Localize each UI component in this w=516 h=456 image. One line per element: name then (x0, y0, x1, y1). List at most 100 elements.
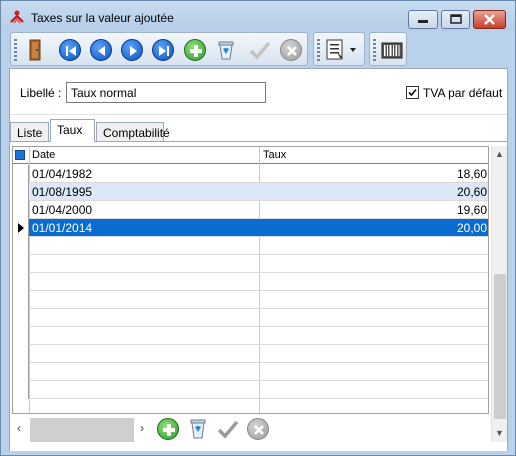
maximize-button[interactable] (441, 10, 470, 29)
form-client-area: Libellé : Taux normal TVA par défaut Lis… (9, 68, 508, 451)
table-row[interactable]: 01/04/1982 18,60 (13, 165, 488, 183)
tab-liste[interactable]: Liste (10, 122, 49, 141)
row-selector[interactable] (13, 255, 29, 273)
close-icon (484, 14, 495, 25)
scroll-left-icon[interactable]: ‹ (17, 421, 21, 435)
trash-icon (190, 419, 206, 439)
close-button[interactable] (473, 10, 506, 29)
previous-record-button[interactable] (89, 38, 113, 62)
libelle-row: Libellé : Taux normal TVA par défaut (10, 69, 507, 115)
empty-row[interactable] (13, 255, 488, 273)
empty-row[interactable] (13, 291, 488, 309)
cell-date: 01/04/2000 (32, 203, 93, 217)
first-record-icon (59, 39, 81, 61)
window-title: Taxes sur la valeur ajoutée (31, 11, 174, 25)
last-record-icon (152, 39, 174, 61)
cell-taux: 20,00 (456, 221, 487, 235)
table-row[interactable]: 01/04/2000 19,60 (13, 201, 488, 219)
scroll-down-icon[interactable]: ▼ (495, 428, 504, 438)
scroll-up-icon[interactable]: ▲ (495, 149, 504, 159)
scroll-thumb[interactable] (494, 274, 506, 419)
minimize-icon (418, 20, 428, 23)
row-selector[interactable] (13, 309, 29, 327)
current-row-arrow-icon (18, 223, 24, 233)
tva-default-checkbox[interactable] (406, 86, 419, 99)
rates-table: Date Taux 01/04/1982 18,60 01/08/1995 20… (12, 146, 489, 414)
column-header-date[interactable]: Date (32, 149, 55, 161)
table-row-selected[interactable]: 01/01/2014 20,00 (13, 219, 488, 237)
table-row[interactable]: 01/08/1995 20,60 (13, 183, 488, 201)
empty-row[interactable] (13, 273, 488, 291)
toolbar-navigation-group (10, 32, 308, 66)
add-record-button[interactable] (183, 38, 207, 62)
empty-row[interactable] (13, 327, 488, 345)
check-icon (217, 420, 239, 439)
table-header: Date Taux (13, 147, 488, 164)
horizontal-scroll-thumb[interactable] (30, 418, 134, 442)
delete-record-button[interactable] (214, 38, 238, 62)
toolbar-grip[interactable] (373, 39, 376, 61)
tva-default-label[interactable]: TVA par défaut (423, 86, 502, 100)
cell-date: 01/08/1995 (32, 185, 93, 199)
empty-row[interactable] (13, 309, 488, 327)
next-record-icon (121, 39, 143, 61)
last-record-button[interactable] (151, 38, 175, 62)
tab-panel-taux: Date Taux 01/04/1982 18,60 01/08/1995 20… (10, 141, 507, 451)
row-selector[interactable] (13, 237, 29, 255)
row-selector[interactable] (13, 273, 29, 291)
column-header-taux[interactable]: Taux (263, 149, 286, 161)
scroll-right-icon[interactable]: › (140, 421, 144, 435)
empty-row[interactable] (13, 237, 488, 255)
title-bar[interactable]: Taxes sur la valeur ajoutée (1, 1, 515, 31)
empty-row[interactable] (13, 345, 488, 363)
libelle-input[interactable]: Taux normal (66, 82, 266, 103)
cancel-icon (280, 39, 302, 61)
cell-date: 01/04/1982 (32, 167, 93, 181)
cancel-icon (247, 418, 269, 440)
row-selector[interactable] (13, 201, 29, 219)
exit-button[interactable] (23, 38, 47, 62)
cell-taux: 18,60 (456, 167, 487, 181)
grid-add-button[interactable] (156, 417, 180, 441)
vertical-scrollbar[interactable]: ▲ ▼ (491, 146, 507, 442)
cancel-button[interactable] (279, 38, 303, 62)
row-selector[interactable] (13, 345, 29, 363)
first-record-button[interactable] (58, 38, 82, 62)
row-selector[interactable] (13, 327, 29, 345)
cell-taux: 19,60 (456, 203, 487, 217)
row-selector[interactable] (13, 183, 29, 201)
cell-date: 01/01/2014 (32, 221, 93, 235)
barcode-button[interactable] (380, 38, 404, 62)
validate-button[interactable] (248, 38, 272, 62)
toolbar-grip[interactable] (14, 39, 17, 61)
empty-row[interactable] (13, 363, 488, 381)
empty-row[interactable] (13, 381, 488, 399)
minimize-button[interactable] (408, 10, 438, 29)
row-selector[interactable] (13, 165, 29, 183)
previous-record-icon (90, 39, 112, 61)
grid-cancel-button[interactable] (246, 417, 270, 441)
grid-validate-button[interactable] (216, 417, 240, 441)
next-record-button[interactable] (120, 38, 144, 62)
delete-record-icon (218, 41, 234, 60)
exit-door-icon (29, 39, 41, 61)
cell-taux: 20,60 (456, 185, 487, 199)
row-selector[interactable] (13, 291, 29, 309)
tab-comptabilite[interactable]: Comptabilité (96, 122, 170, 141)
toolbar-reports-group (313, 32, 365, 66)
maximize-icon (450, 14, 462, 24)
row-selector[interactable] (13, 219, 29, 237)
add-record-icon (184, 39, 206, 61)
tab-taux[interactable]: Taux (50, 119, 95, 142)
row-selector[interactable] (13, 381, 29, 399)
libelle-label: Libellé : (20, 86, 62, 100)
select-all-icon[interactable] (15, 150, 25, 160)
main-window: Taxes sur la valeur ajoutée Libellé: Ta… (0, 0, 516, 456)
grid-delete-button[interactable] (186, 417, 210, 441)
tab-strip: Liste Taux Comptabilité (10, 119, 507, 142)
toolbar-grip[interactable] (317, 39, 320, 61)
checkmark-icon (408, 88, 417, 97)
validate-icon (249, 41, 271, 60)
row-selector[interactable] (13, 363, 29, 381)
report-dropdown-button[interactable] (325, 38, 359, 62)
